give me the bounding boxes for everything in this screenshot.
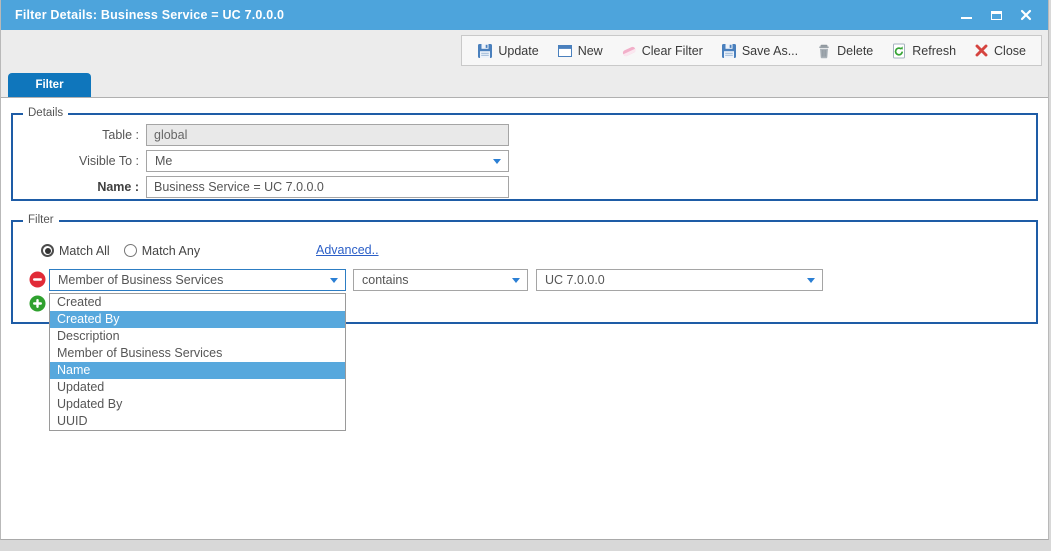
content-panel: Details Table : Visible To : Me Name : F…: [1, 97, 1048, 539]
name-field-row: Name :: [13, 176, 1036, 198]
filter-details-window: Filter Details: Business Service = UC 7.…: [0, 0, 1049, 540]
field-options-dropdown: Created Created By Description Member of…: [49, 293, 346, 431]
minus-circle-icon: [29, 271, 46, 288]
refresh-icon: [891, 43, 907, 59]
window-title: Filter Details: Business Service = UC 7.…: [15, 8, 284, 22]
close-window-button[interactable]: [1018, 7, 1034, 23]
option-created[interactable]: Created: [50, 294, 345, 311]
save-as-button[interactable]: Save As...: [712, 38, 807, 64]
match-radio-row: Match All Match Any Advanced..: [41, 243, 214, 258]
condition-value-select[interactable]: UC 7.0.0.0: [536, 269, 823, 291]
minimize-icon: [961, 17, 972, 19]
match-all-label: Match All: [59, 244, 110, 258]
details-fieldset: Details Table : Visible To : Me Name :: [11, 113, 1038, 201]
table-label: Table :: [13, 128, 146, 142]
condition-field-select[interactable]: Member of Business Services: [49, 269, 346, 291]
option-updated-by[interactable]: Updated By: [50, 396, 345, 413]
tab-filter[interactable]: Filter: [8, 73, 91, 97]
table-field-row: Table :: [13, 124, 1036, 146]
save-as-button-label: Save As...: [742, 44, 798, 58]
maximize-icon: [991, 11, 1002, 20]
maximize-button[interactable]: [988, 7, 1004, 23]
toolbar: Update New Clear Filter: [461, 35, 1042, 66]
titlebar: Filter Details: Business Service = UC 7.…: [1, 0, 1048, 30]
visible-to-field-row: Visible To : Me: [13, 150, 1036, 172]
chevron-down-icon: [807, 278, 815, 283]
refresh-button[interactable]: Refresh: [882, 38, 965, 64]
table-input: [146, 124, 509, 146]
tab-filter-label: Filter: [35, 79, 63, 91]
clear-filter-button-label: Clear Filter: [642, 44, 703, 58]
visible-to-value: Me: [155, 154, 172, 168]
refresh-button-label: Refresh: [912, 44, 956, 58]
details-legend: Details: [23, 107, 68, 119]
chevron-down-icon: [330, 278, 338, 283]
save-as-icon: [721, 43, 737, 59]
close-x-icon: [974, 43, 989, 58]
update-button-label: Update: [498, 44, 538, 58]
trash-icon: [816, 43, 832, 59]
close-button[interactable]: Close: [965, 38, 1035, 64]
condition-value-value: UC 7.0.0.0: [545, 273, 605, 287]
save-icon: [477, 43, 493, 59]
new-button-label: New: [578, 44, 603, 58]
condition-operator-value: contains: [362, 273, 409, 287]
chevron-down-icon: [512, 278, 520, 283]
delete-button[interactable]: Delete: [807, 38, 882, 64]
option-member-of-business-services[interactable]: Member of Business Services: [50, 345, 345, 362]
option-name[interactable]: Name: [50, 362, 345, 379]
minimize-button[interactable]: [958, 7, 974, 23]
background-strip: [0, 540, 1051, 551]
eraser-icon: [621, 43, 637, 59]
delete-button-label: Delete: [837, 44, 873, 58]
filter-legend: Filter: [23, 214, 59, 226]
option-created-by[interactable]: Created By: [50, 311, 345, 328]
match-all-radio[interactable]: [41, 244, 54, 257]
chevron-down-icon: [493, 159, 501, 164]
add-condition-button[interactable]: [29, 295, 46, 312]
name-label: Name :: [13, 180, 146, 194]
update-button[interactable]: Update: [468, 38, 547, 64]
new-button[interactable]: New: [548, 38, 612, 64]
visible-to-select[interactable]: Me: [146, 150, 509, 172]
remove-condition-button[interactable]: [29, 271, 46, 288]
condition-field-value: Member of Business Services: [58, 273, 223, 287]
name-input[interactable]: [146, 176, 509, 198]
header-strip: Update New Clear Filter: [1, 30, 1048, 97]
plus-circle-icon: [29, 295, 46, 312]
match-any-radio[interactable]: [124, 244, 137, 257]
option-updated[interactable]: Updated: [50, 379, 345, 396]
new-window-icon: [557, 43, 573, 59]
close-button-label: Close: [994, 44, 1026, 58]
condition-operator-select[interactable]: contains: [353, 269, 528, 291]
match-any-label: Match Any: [142, 244, 200, 258]
option-uuid[interactable]: UUID: [50, 413, 345, 430]
close-icon: [1020, 9, 1032, 21]
window-controls: [958, 0, 1034, 30]
option-description[interactable]: Description: [50, 328, 345, 345]
clear-filter-button[interactable]: Clear Filter: [612, 38, 712, 64]
visible-to-label: Visible To :: [13, 154, 146, 168]
advanced-link[interactable]: Advanced..: [316, 243, 379, 257]
